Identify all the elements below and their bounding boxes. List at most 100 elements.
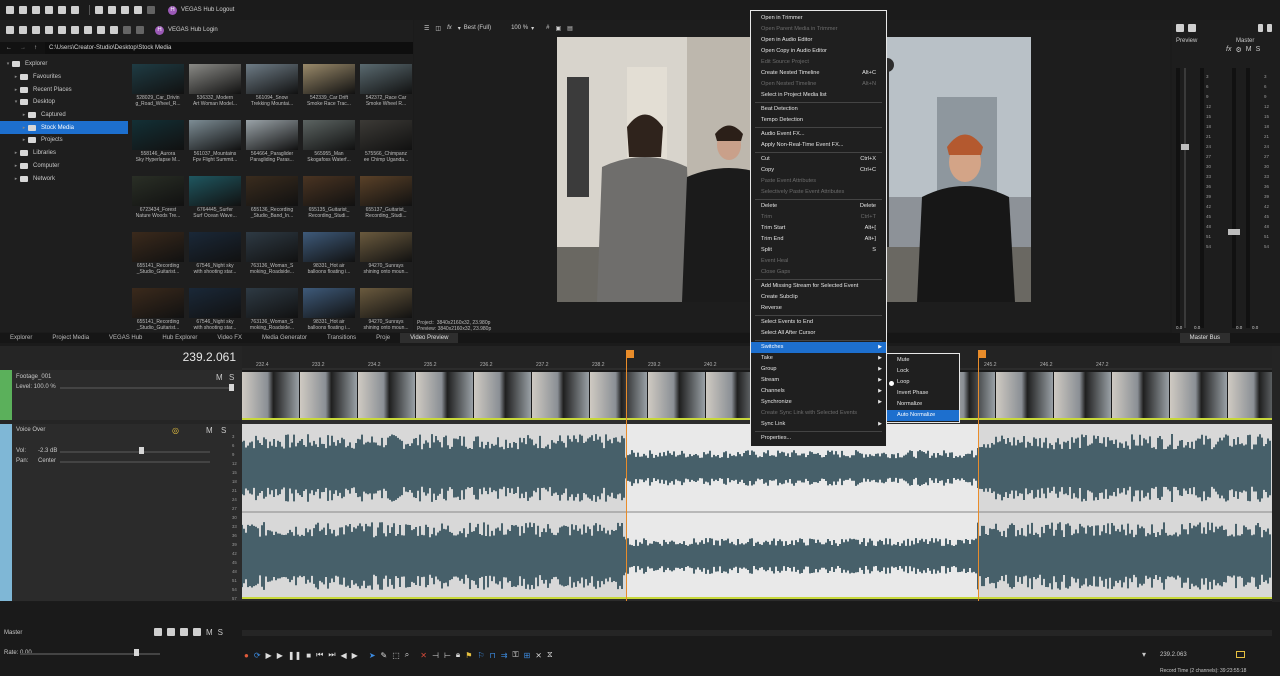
pause-icon[interactable]: ❚❚	[288, 651, 301, 660]
context-menu-item[interactable]: Open Copy in Audio Editor	[751, 46, 886, 57]
expand-arrow-icon[interactable]: ▾	[4, 61, 12, 67]
submenu-item[interactable]: Loop	[887, 377, 959, 388]
master-fader-knob[interactable]	[1228, 229, 1240, 235]
new-project-icon[interactable]	[6, 6, 14, 14]
media-thumbnail[interactable]: 655136_Recording _Studio_Band_In...	[246, 176, 298, 219]
dock-tab[interactable]: Video FX	[207, 333, 252, 343]
add-track-icon[interactable]	[154, 628, 162, 636]
up-icon[interactable]: ↑	[34, 45, 37, 51]
expand-arrow-icon[interactable]: ▸	[12, 150, 20, 156]
delete-icon[interactable]	[84, 26, 92, 34]
zoom-dropdown[interactable]: 100 % ▾	[511, 25, 534, 32]
video-track-name[interactable]: Footage_001	[16, 374, 51, 380]
video-track-level[interactable]: Level: 100.0 %	[16, 384, 56, 390]
undo-icon[interactable]	[134, 6, 142, 14]
back-icon[interactable]: ←	[6, 45, 12, 51]
video-level-slider[interactable]	[60, 387, 230, 389]
audio-track-name[interactable]: Voice Over	[16, 427, 45, 433]
view-icon[interactable]	[97, 26, 105, 34]
master-fx-button[interactable]: fx	[1226, 46, 1231, 54]
media-thumbnail[interactable]: 558146_Aurora Sky Hyperlapse M...	[132, 120, 184, 163]
split-screen-icon[interactable]: ◫	[435, 25, 441, 32]
context-menu-item[interactable]: Reverse	[751, 303, 886, 314]
mixer-bus-icon[interactable]	[1258, 24, 1263, 32]
tree-item[interactable]: ▾ Desktop	[0, 96, 128, 109]
dock-tab[interactable]: Project Media	[42, 333, 99, 343]
pan-slider[interactable]	[60, 461, 210, 463]
media-thumbnail[interactable]: 6723434_Forest Nature Woods Tre...	[132, 176, 184, 219]
auto-ripple-icon[interactable]: ⇉	[501, 651, 508, 660]
selection-tool-icon[interactable]: ⬚	[392, 651, 400, 660]
master-solo-button[interactable]: S	[218, 628, 223, 637]
expand-arrow-icon[interactable]: ▸	[12, 87, 20, 93]
previous-frame-icon[interactable]: ◀	[341, 651, 347, 660]
paste-icon[interactable]	[121, 6, 129, 14]
media-thumbnail[interactable]: 98331_Hot air balloons floating i...	[303, 288, 355, 331]
expand-arrow-icon[interactable]: ▸	[20, 125, 28, 131]
tree-item[interactable]: ▸ Computer	[0, 160, 128, 173]
loop-region-marker[interactable]	[626, 350, 634, 358]
media-thumbnail[interactable]: 561094_Snow Trekking Mountai...	[246, 64, 298, 107]
submenu-item[interactable]: Mute	[887, 355, 959, 366]
media-thumbnail[interactable]: 542339_Car Drift Smoke Race Trac...	[303, 64, 355, 107]
tree-item[interactable]: ▸ Projects	[0, 134, 128, 147]
grid-icon[interactable]: #	[546, 25, 549, 31]
cut-icon[interactable]	[95, 6, 103, 14]
expand-arrow-icon[interactable]: ▸	[12, 163, 20, 169]
master-solo-button[interactable]: S	[1256, 46, 1261, 54]
region-icon[interactable]: ⚐	[477, 651, 484, 660]
play-from-start-icon[interactable]: ▶	[266, 651, 272, 660]
dock-tab[interactable]: VEGAS Hub	[99, 333, 152, 343]
dock-tab[interactable]: Proje	[366, 333, 400, 343]
selection-length-icon[interactable]	[1236, 651, 1245, 658]
context-menu-item[interactable]: Trim End Alt+]	[751, 234, 886, 245]
tree-item[interactable]: ▸ Network	[0, 172, 128, 185]
context-menu-item[interactable]: Group ▶	[751, 364, 886, 375]
undo-icon[interactable]	[123, 26, 131, 34]
context-menu-item[interactable]: Channels ▶	[751, 386, 886, 397]
context-menu-item[interactable]: Open in Trimmer	[751, 13, 886, 24]
preview-fader[interactable]	[1184, 68, 1186, 328]
delete-icon[interactable]: ✕	[420, 651, 427, 660]
record-icon[interactable]: ●	[244, 651, 249, 660]
dock-tab[interactable]: Explorer	[0, 333, 42, 343]
context-menu-item[interactable]: Cut Ctrl+X	[751, 154, 886, 165]
region-marker[interactable]	[978, 350, 986, 358]
ignore-grouping-icon[interactable]: ⊞	[524, 651, 531, 660]
tree-item[interactable]: ▾ Explorer	[0, 58, 128, 71]
media-thumbnail[interactable]: 6764445_Surfer Surf Ocean Wave...	[189, 176, 241, 219]
fx-icon[interactable]: fx	[447, 25, 452, 31]
mixer-expand-icon[interactable]	[1267, 24, 1272, 32]
context-menu-item[interactable]: Open in Audio Editor	[751, 35, 886, 46]
context-menu-item[interactable]: Switches ▶	[751, 342, 886, 353]
open-project-icon[interactable]	[19, 6, 27, 14]
submenu-item[interactable]: Normalize	[887, 399, 959, 410]
media-thumbnail[interactable]: 98331_Hot air balloons floating i...	[303, 232, 355, 275]
dock-tab[interactable]: Hub Explorer	[152, 333, 207, 343]
horizontal-scrollbar[interactable]	[242, 630, 1272, 636]
expand-arrow-icon[interactable]: ▸	[12, 74, 20, 80]
normal-edit-tool-icon[interactable]: ➤	[369, 651, 376, 660]
move-icon[interactable]	[167, 628, 175, 636]
context-menu-item[interactable]: Take ▶	[751, 353, 886, 364]
context-menu-item[interactable]: Split S	[751, 245, 886, 256]
trim-icon[interactable]: ⊣	[432, 651, 439, 660]
expand-arrow-icon[interactable]: ▸	[20, 112, 28, 118]
mixer-settings-icon[interactable]	[1176, 24, 1184, 32]
volume-knob[interactable]	[139, 447, 144, 454]
go-to-end-icon[interactable]: ⏭	[328, 650, 335, 660]
media-thumbnail[interactable]: 536332_Modern Art Woman Model...	[189, 64, 241, 107]
properties-icon[interactable]	[58, 6, 66, 14]
master-mute-button[interactable]: M	[1246, 46, 1252, 54]
save-icon[interactable]	[32, 26, 40, 34]
audio-mute-button[interactable]: M	[206, 426, 213, 435]
media-thumbnail[interactable]: 655141_Recording _Studio_Guitarist...	[132, 288, 184, 331]
automation-icon[interactable]: ◎	[172, 426, 179, 435]
loop-playback-icon[interactable]: ⟳	[254, 651, 261, 660]
split-icon[interactable]: ⊢	[444, 651, 451, 660]
lock-icon[interactable]: 🔒︎	[456, 650, 460, 660]
context-menu-item[interactable]: Select in Project Media list	[751, 90, 886, 101]
render-icon[interactable]	[45, 26, 53, 34]
automation-icon[interactable]	[193, 628, 201, 636]
context-menu-item[interactable]: Audio Event FX...	[751, 129, 886, 140]
